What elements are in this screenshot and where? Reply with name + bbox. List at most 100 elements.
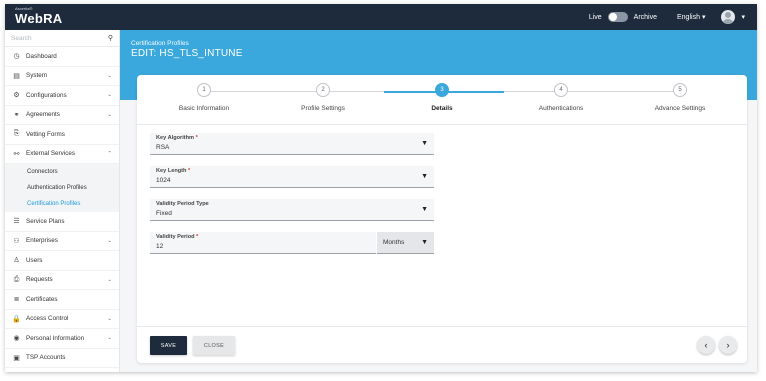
chevron-down-icon: ▾ — [701, 14, 706, 21]
key-algorithm-select[interactable]: Key Algorithm * RSA ▼ — [150, 133, 434, 155]
sidebar-item-label: Enterprises — [26, 237, 58, 245]
certificate-icon: ≣ — [13, 296, 20, 304]
sidebar-item-service-plans[interactable]: ☰ Service Plans — [5, 212, 119, 232]
step-number: 2 — [316, 83, 330, 97]
handshake-icon: ⚭ — [13, 111, 20, 119]
sidebar-item-authentication-profiles[interactable]: Authentication Profiles — [5, 180, 119, 196]
step-details[interactable]: 3 Details — [382, 83, 502, 112]
step-authentications[interactable]: 4 Authentications — [501, 83, 621, 112]
validity-period-type-select[interactable]: Validity Period Type Fixed ▼ — [150, 199, 434, 221]
key-algorithm-label: Key Algorithm * — [156, 135, 198, 141]
enterprise-icon: ⚇ — [13, 237, 20, 245]
step-number: 3 — [435, 83, 449, 97]
sidebar-item-label: Requests — [26, 276, 53, 284]
logo-text: WebRA — [15, 11, 63, 26]
step-label: Basic Information — [178, 105, 230, 112]
form-icon: ⎘ — [13, 130, 20, 138]
account-icon: ▣ — [13, 354, 20, 362]
top-bar: Ascertia® WebRA Live Archive English ▾ ▾ — [5, 4, 757, 30]
chevron-down-icon: ⌄ — [107, 111, 112, 118]
sidebar-item-label: Vetting Forms — [26, 130, 65, 138]
chevron-down-icon: ⌄ — [107, 237, 112, 244]
sidebar-item-access-control[interactable]: 🔒 Access Control ⌄ — [5, 310, 119, 329]
wizard-footer: SAVE CLOSE ‹ › — [137, 326, 747, 363]
sidebar-item-label: TSP Accounts — [26, 354, 66, 362]
requests-icon: ⎙ — [13, 275, 20, 283]
wizard-card: 1 Basic Information 2 Profile Settings 3… — [137, 75, 747, 363]
live-archive-toggle[interactable] — [607, 12, 628, 22]
validity-unit-value: Months — [383, 239, 405, 246]
user-avatar[interactable] — [721, 10, 736, 24]
sidebar-item-certification-profiles[interactable]: Certification Profiles — [5, 196, 119, 212]
lock-icon: 🔒 — [12, 315, 21, 323]
sidebar-item-configurations[interactable]: ⚙ Configurations ⌄ — [5, 86, 119, 106]
sidebar-item-dashboard[interactable]: ◷ Dashboard — [5, 47, 119, 67]
validity-period-label: Validity Period * — [156, 234, 199, 240]
dashboard-icon: ◷ — [13, 53, 20, 61]
sidebar-item-label: Personal Information — [26, 334, 85, 342]
chevron-down-icon: ⌄ — [107, 92, 112, 99]
step-number: 4 — [554, 83, 568, 97]
sidebar-item-tsp-accounts[interactable]: ▣ TSP Accounts — [5, 349, 119, 368]
plans-icon: ☰ — [13, 218, 20, 226]
sidebar-item-label: Service Plans — [26, 217, 65, 225]
chevron-up-icon: ⌃ — [107, 150, 112, 157]
previous-step-button[interactable]: ‹ — [697, 336, 715, 354]
sidebar-item-vetting-forms[interactable]: ⎘ Vetting Forms — [5, 125, 119, 145]
sidebar-item-label: Users — [26, 256, 43, 264]
sidebar-item-personal-information[interactable]: ◉ Personal Information ⌄ — [5, 329, 119, 349]
sidebar-item-label: System — [26, 72, 47, 80]
user-icon: ♙ — [13, 257, 20, 265]
chevron-down-icon: ⌄ — [107, 276, 112, 283]
dropdown-arrow-icon: ▼ — [421, 239, 428, 246]
chevron-down-icon[interactable]: ▾ — [741, 13, 745, 21]
sidebar: Search ⚲ ◷ Dashboard ▤ System ⌄ ⚙ Config… — [5, 30, 120, 372]
next-step-button[interactable]: › — [719, 336, 737, 354]
sidebar-item-requests[interactable]: ⎙ Requests ⌄ — [5, 271, 119, 290]
external-services-submenu: Connectors Authentication Profiles Certi… — [5, 164, 119, 212]
validity-period-type-label: Validity Period Type — [156, 201, 209, 207]
validity-period-type-value: Fixed — [156, 210, 172, 217]
validity-period-input[interactable]: Validity Period * 12 — [150, 232, 376, 254]
archive-label: Archive — [633, 13, 657, 21]
required-marker: * — [196, 234, 199, 240]
key-length-select[interactable]: Key Length * 1024 ▼ — [150, 166, 434, 188]
key-length-label: Key Length * — [156, 168, 191, 174]
toggle-knob — [608, 13, 617, 21]
close-button[interactable]: CLOSE — [193, 336, 235, 355]
sidebar-item-enterprises[interactable]: ⚇ Enterprises ⌄ — [5, 232, 119, 251]
step-profile-settings[interactable]: 2 Profile Settings — [263, 83, 383, 112]
webra-logo[interactable]: Ascertia® WebRA — [15, 7, 63, 27]
sidebar-item-agreements[interactable]: ⚭ Agreements ⌄ — [5, 106, 119, 125]
search-icon[interactable]: ⚲ — [108, 34, 113, 42]
search-input[interactable]: Search ⚲ — [5, 30, 119, 47]
validity-unit-select[interactable]: Months ▼ — [377, 232, 434, 254]
language-selector[interactable]: English ▾ — [677, 13, 706, 22]
sidebar-item-label: Dashboard — [26, 52, 57, 60]
sidebar-item-users[interactable]: ♙ Users — [5, 251, 119, 271]
save-button[interactable]: SAVE — [150, 336, 187, 355]
step-number: 1 — [197, 83, 211, 97]
sidebar-item-label: Certificates — [26, 295, 58, 303]
sidebar-item-external-services[interactable]: ⚯ External Services ⌃ — [5, 145, 119, 164]
person-icon: ◉ — [13, 335, 20, 343]
gear-icon: ⚙ — [13, 92, 20, 100]
sidebar-item-connectors[interactable]: Connectors — [5, 164, 119, 180]
key-length-value: 1024 — [156, 177, 171, 184]
link-icon: ⚯ — [13, 150, 20, 158]
key-algorithm-value: RSA — [156, 144, 170, 151]
dropdown-arrow-icon: ▼ — [421, 140, 428, 147]
search-placeholder: Search — [11, 34, 32, 42]
required-marker: * — [188, 168, 191, 174]
step-label: Authentications — [538, 105, 584, 112]
sidebar-item-system[interactable]: ▤ System ⌄ — [5, 67, 119, 86]
live-label: Live — [588, 13, 602, 21]
step-advance-settings[interactable]: 5 Advance Settings — [620, 83, 740, 112]
dropdown-arrow-icon: ▼ — [421, 206, 428, 213]
wizard-stepper: 1 Basic Information 2 Profile Settings 3… — [137, 75, 747, 125]
step-basic-information[interactable]: 1 Basic Information — [144, 83, 264, 112]
language-label: English — [677, 13, 700, 21]
chevron-down-icon: ⌄ — [107, 335, 112, 342]
breadcrumb[interactable]: Certification Profiles — [131, 40, 189, 47]
sidebar-item-certificates[interactable]: ≣ Certificates — [5, 290, 119, 310]
